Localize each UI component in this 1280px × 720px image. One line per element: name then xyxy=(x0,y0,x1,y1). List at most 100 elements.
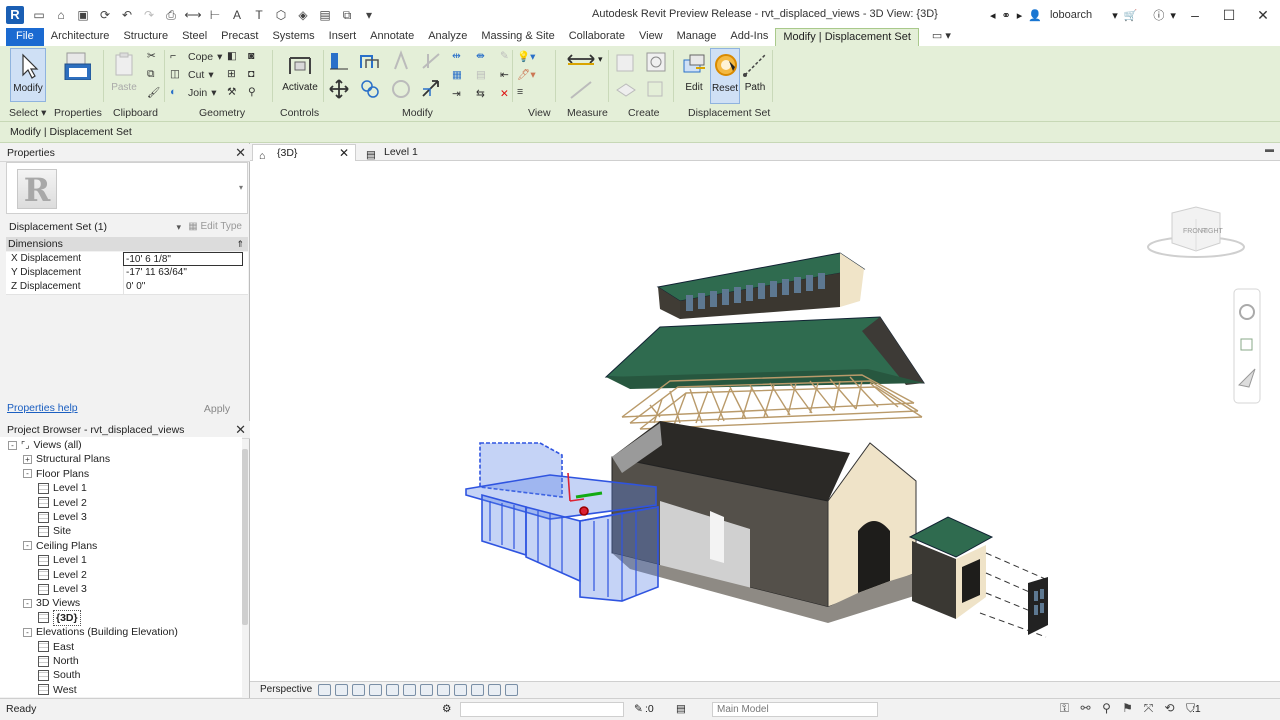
help-icon[interactable]: ⓘ xyxy=(1153,7,1164,23)
cut-clipboard-icon[interactable]: ✂ xyxy=(147,50,161,64)
qat-dropdown-icon[interactable]: ▾ xyxy=(360,6,378,24)
type-image-box[interactable]: R ▾ xyxy=(6,162,248,214)
nav-left-icon[interactable]: ◂ xyxy=(990,9,996,22)
measure-along-icon[interactable] xyxy=(568,78,594,100)
select-pinned-icon[interactable]: ⚲ xyxy=(1100,702,1113,715)
sync-icon[interactable]: ⟳ xyxy=(96,6,114,24)
lock-view-icon[interactable] xyxy=(437,684,450,696)
extend-icon[interactable]: ⇆ xyxy=(476,88,490,102)
aligned-dimension-icon[interactable]: ⊢ xyxy=(206,6,224,24)
tree-root[interactable]: - ⌜⌟ Views (all) xyxy=(8,438,82,452)
select-underlay-icon[interactable]: ⚯ xyxy=(1079,702,1092,715)
analytical-model-icon[interactable] xyxy=(505,684,518,696)
z-displacement-field[interactable]: 0' 0" xyxy=(123,280,243,294)
open-icon[interactable]: ▭ xyxy=(30,6,48,24)
shadows-icon[interactable] xyxy=(369,684,382,696)
background-process-icon[interactable]: ⟲ xyxy=(1163,702,1176,715)
tab-analyze[interactable]: Analyze xyxy=(421,28,474,46)
apply-button[interactable]: Apply xyxy=(188,401,246,417)
tab-collaborate[interactable]: Collaborate xyxy=(562,28,632,46)
tab-file[interactable]: File xyxy=(6,28,44,46)
edit-displacement-button[interactable]: Edit xyxy=(678,48,710,93)
user-dropdown-icon[interactable]: ▾ xyxy=(1112,9,1118,22)
hammer-icon[interactable]: ⚲ xyxy=(248,86,262,100)
edit-type-button[interactable]: ▦ Edit Type xyxy=(186,219,246,235)
tree-view-item[interactable]: East xyxy=(38,640,74,654)
temporary-hide-icon[interactable] xyxy=(454,684,467,696)
modify-button[interactable]: Modify xyxy=(10,48,46,102)
rendering-icon[interactable] xyxy=(386,684,399,696)
tree-view-item[interactable]: Level 3 xyxy=(38,510,87,524)
switch-windows-icon[interactable]: ⧉ xyxy=(338,6,356,24)
reset-button[interactable]: Reset xyxy=(710,48,740,104)
scale-icon[interactable] xyxy=(420,78,442,100)
measure-dropdown-icon[interactable]: ▾ xyxy=(598,54,603,65)
editing-requests-icon[interactable]: ✎ xyxy=(634,699,643,720)
tab-precast[interactable]: Precast xyxy=(214,28,265,46)
cut-button[interactable]: ◫ Cut ▾ xyxy=(170,68,214,82)
collapse-icon[interactable]: - xyxy=(8,440,17,450)
tree-view-item[interactable]: Level 3 xyxy=(38,582,87,596)
split-gap-icon[interactable]: ⇼ xyxy=(476,50,490,64)
close-window-icon[interactable]: ✕ xyxy=(1246,0,1280,30)
user-name[interactable]: loboarch xyxy=(1050,9,1092,21)
array-path-icon[interactable]: ▤ xyxy=(476,69,490,83)
measure-icon[interactable]: ⟷ xyxy=(184,6,202,24)
crop-view-icon[interactable] xyxy=(403,684,416,696)
tab-add-ins[interactable]: Add-Ins xyxy=(723,28,775,46)
trim-extend-icon[interactable]: ⇥ xyxy=(452,88,466,102)
rotate-icon[interactable] xyxy=(390,78,412,100)
tab-systems[interactable]: Systems xyxy=(265,28,321,46)
text-icon[interactable]: T xyxy=(250,6,268,24)
tree-view-item[interactable]: North xyxy=(38,654,79,668)
paint-icon[interactable]: ◙ xyxy=(248,50,262,64)
x-displacement-field[interactable]: -10' 6 1/8" xyxy=(123,252,243,266)
collapse-icon[interactable]: - xyxy=(23,598,32,608)
minimize-icon[interactable]: – xyxy=(1178,0,1212,30)
tree-view-item[interactable]: South xyxy=(38,668,80,682)
undo-icon[interactable]: ↶ xyxy=(118,6,136,24)
tree-group[interactable]: -3D Views xyxy=(23,596,80,610)
default-3d-icon[interactable]: ⬡ xyxy=(272,6,290,24)
collapse-icon[interactable]: - xyxy=(23,541,32,551)
select-links-icon[interactable]: ⚿ xyxy=(1058,702,1071,715)
match-properties-icon[interactable]: 🖌 xyxy=(147,86,161,100)
join-button[interactable]: ◐ Join ▾ xyxy=(170,86,217,100)
save-icon[interactable]: ▣ xyxy=(74,6,92,24)
paste-button[interactable]: Paste xyxy=(108,48,140,93)
path-button[interactable]: Path xyxy=(740,48,770,93)
tab-modify-displacement-set[interactable]: Modify | Displacement Set xyxy=(775,28,919,46)
demolish-icon[interactable]: ⚒ xyxy=(227,86,241,100)
cope-button[interactable]: ⌐ Cope ▾ xyxy=(170,50,222,64)
show-crop-icon[interactable] xyxy=(420,684,433,696)
tree-view-item[interactable]: Site xyxy=(38,524,71,538)
measure-between-icon[interactable] xyxy=(566,52,596,66)
panel-label-select[interactable]: Select ▾ xyxy=(9,107,46,119)
binoculars-icon[interactable]: ⚭ xyxy=(1002,9,1011,22)
select-by-face-icon[interactable]: ⚑ xyxy=(1121,702,1134,715)
main-model-dropdown[interactable]: Main Model xyxy=(712,702,878,717)
tree-view-item[interactable]: Level 1 xyxy=(38,481,87,495)
workset-dropdown[interactable] xyxy=(460,702,624,717)
reveal-hidden-icon[interactable] xyxy=(471,684,484,696)
tab-structure[interactable]: Structure xyxy=(116,28,175,46)
collapse-icon[interactable]: ⇑ xyxy=(236,237,244,251)
scrollbar[interactable] xyxy=(242,449,248,625)
create-assembly-icon[interactable] xyxy=(614,50,638,74)
revit-logo[interactable]: R xyxy=(6,6,24,24)
array-icon[interactable]: ▦ xyxy=(452,69,466,83)
help-dropdown-icon[interactable]: ▾ xyxy=(1170,9,1176,22)
remove-paint-icon[interactable]: ◘ xyxy=(248,68,262,82)
close-icon[interactable]: ✕ xyxy=(235,144,246,162)
tree-group[interactable]: - Elevations (Building Elevation) xyxy=(23,625,178,639)
tab-3d-view[interactable]: ⌂ {3D} ✕ xyxy=(252,144,356,162)
copy-element-icon[interactable] xyxy=(358,78,382,100)
expand-icon[interactable]: + xyxy=(23,454,32,464)
worksets-icon[interactable]: ⚙ xyxy=(442,699,451,720)
dimensions-group-header[interactable]: Dimensions ⇑ xyxy=(6,237,248,251)
properties-button[interactable] xyxy=(58,48,94,102)
nav-right-icon[interactable]: ▸ xyxy=(1017,9,1023,22)
section-icon[interactable]: ◈ xyxy=(294,6,312,24)
linework-icon[interactable]: ≡ xyxy=(517,86,531,100)
redo-icon[interactable]: ↷ xyxy=(140,6,158,24)
